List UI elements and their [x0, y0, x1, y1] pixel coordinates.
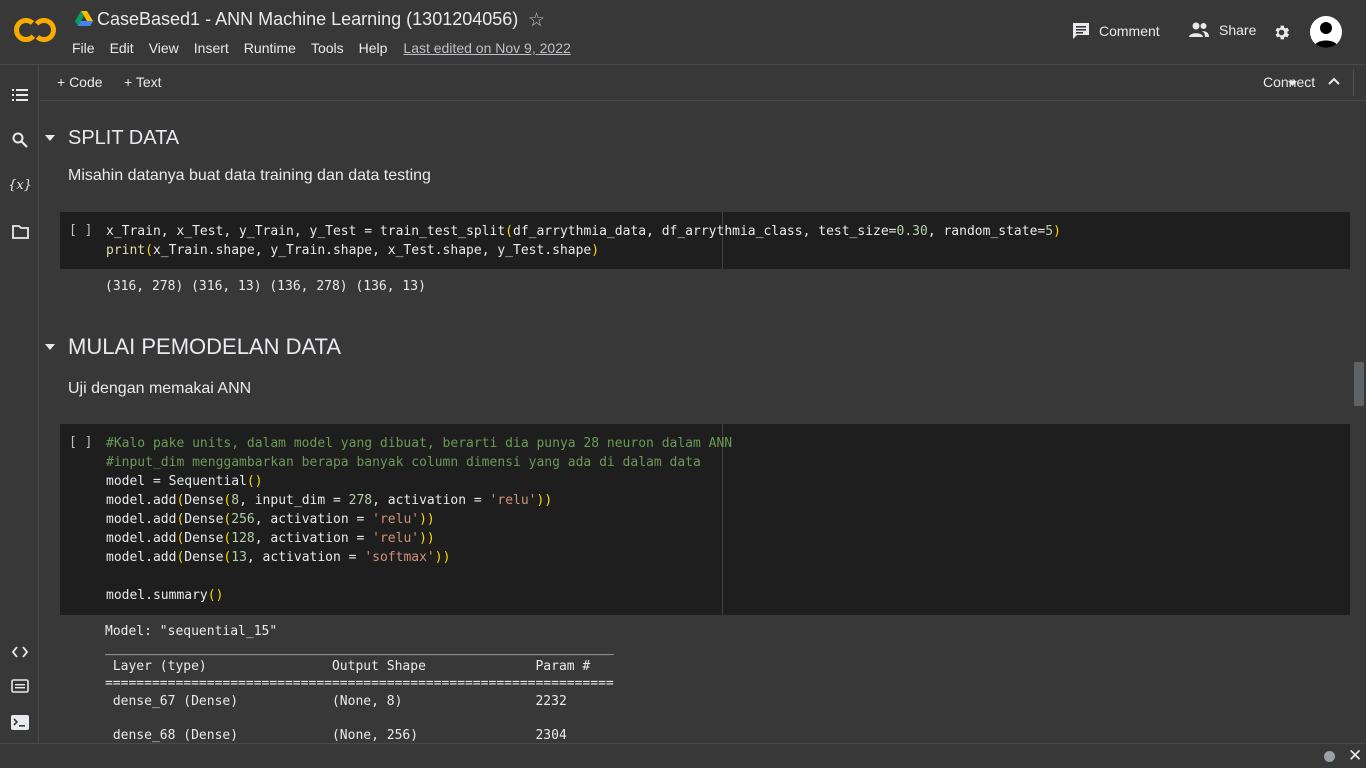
terminal-icon[interactable]	[10, 712, 30, 732]
status-bar: ✕	[0, 743, 1366, 768]
last-edited-link[interactable]: Last edited on Nov 9, 2022	[403, 40, 570, 56]
cell-run-indicator[interactable]: [ ]	[69, 223, 92, 238]
menu-insert[interactable]: Insert	[194, 40, 229, 56]
star-icon[interactable]: ☆	[528, 9, 545, 32]
collapse-header-icon[interactable]	[1328, 77, 1340, 85]
comment-icon	[1073, 23, 1089, 39]
table-of-contents-icon[interactable]	[10, 85, 30, 105]
left-sidebar: {x}	[0, 65, 39, 743]
code-editor[interactable]: #Kalo pake units, dalam model yang dibua…	[106, 434, 732, 605]
share-label: Share	[1219, 22, 1257, 38]
cell-output-split: (316, 278) (316, 13) (136, 278) (136, 13…	[105, 279, 426, 294]
app-header: CaseBased1 - ANN Machine Learning (13012…	[0, 0, 1366, 65]
vertical-scrollbar[interactable]	[1354, 362, 1364, 406]
add-code-button[interactable]: + Code	[57, 74, 103, 90]
section-description-model: Uji dengan memakai ANN	[68, 380, 252, 397]
close-icon[interactable]: ✕	[1348, 746, 1362, 766]
menu-runtime[interactable]: Runtime	[244, 40, 296, 56]
colab-logo-icon[interactable]	[12, 14, 58, 46]
menu-tools[interactable]: Tools	[311, 40, 344, 56]
notebook-content: SPLIT DATA Misahin datanya buat data tra…	[40, 101, 1366, 743]
section-collapse-icon[interactable]	[45, 135, 55, 141]
code-cell-model[interactable]: [ ] #Kalo pake units, dalam model yang d…	[60, 424, 1350, 615]
settings-gear-icon[interactable]	[1272, 23, 1291, 42]
cell-run-indicator[interactable]: [ ]	[69, 435, 92, 450]
menu-view[interactable]: View	[149, 40, 179, 56]
menu-bar: File Edit View Insert Runtime Tools Help…	[72, 40, 586, 56]
add-text-button[interactable]: + Text	[124, 74, 162, 90]
code-editor[interactable]: x_Train, x_Test, y_Train, y_Test = train…	[106, 222, 1061, 260]
code-snippets-icon[interactable]	[10, 642, 30, 662]
menu-edit[interactable]: Edit	[110, 40, 134, 56]
section-description-split: Misahin datanya buat data training dan d…	[68, 167, 431, 184]
people-icon	[1189, 22, 1209, 37]
variables-icon[interactable]: {x}	[8, 175, 32, 195]
user-avatar[interactable]	[1310, 16, 1342, 48]
notebook-title[interactable]: CaseBased1 - ANN Machine Learning (13012…	[97, 9, 518, 30]
share-button[interactable]: Share	[1188, 22, 1256, 38]
runtime-status-icon[interactable]	[1324, 751, 1335, 762]
comment-label: Comment	[1099, 23, 1160, 39]
toolbar-divider	[1353, 70, 1354, 96]
code-cell-split[interactable]: [ ] x_Train, x_Test, y_Train, y_Test = t…	[60, 212, 1350, 269]
section-heading-model: MULAI PEMODELAN DATA	[68, 334, 342, 359]
connect-dropdown-icon[interactable]	[1288, 81, 1297, 86]
section-collapse-icon[interactable]	[45, 344, 55, 350]
cell-output-summary: Model: "sequential_15" _________________…	[105, 624, 614, 743]
folder-icon[interactable]	[10, 222, 30, 242]
section-heading-split: SPLIT DATA	[68, 127, 180, 149]
google-drive-icon[interactable]	[75, 11, 93, 27]
comment-button[interactable]: Comment	[1072, 22, 1160, 40]
notebook-toolbar: + Code + Text Connect	[40, 65, 1366, 101]
command-palette-icon[interactable]	[10, 676, 30, 696]
menu-file[interactable]: File	[72, 40, 95, 56]
menu-help[interactable]: Help	[359, 40, 388, 56]
search-icon[interactable]	[10, 130, 30, 150]
